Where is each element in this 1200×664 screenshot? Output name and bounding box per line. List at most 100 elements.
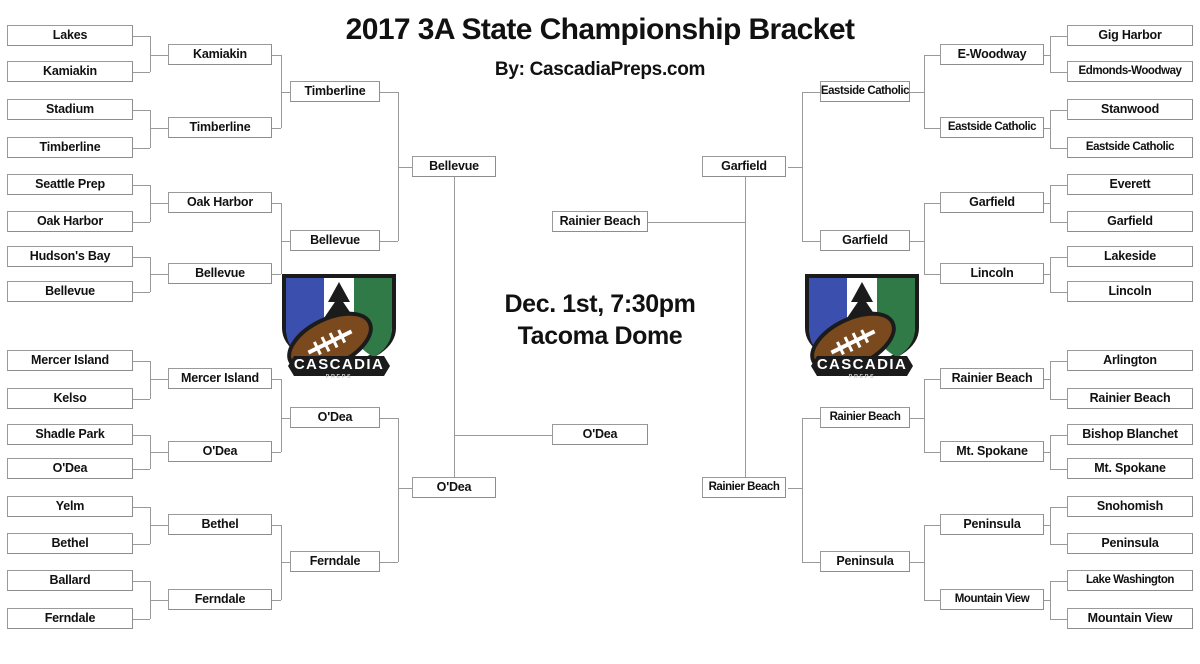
slot-left-r2-1[interactable]: Kamiakin bbox=[168, 44, 272, 65]
connector-right-r3-in-2 bbox=[910, 240, 924, 242]
slot-right-r2-3[interactable]: Garfield bbox=[940, 192, 1044, 213]
slot-left-r1-14[interactable]: Bethel bbox=[7, 533, 133, 554]
slot-left-r2-8[interactable]: Ferndale bbox=[168, 589, 272, 610]
connector-left-r2-bridge-3 bbox=[281, 378, 282, 452]
tournament-bracket: 2017 3A State Championship Bracket By: C… bbox=[0, 0, 1200, 664]
connector-left-r2-in-7 bbox=[150, 524, 168, 526]
page-title: 2017 3A State Championship Bracket bbox=[345, 13, 855, 46]
slot-right-r4-2[interactable]: Rainier Beach bbox=[702, 477, 786, 498]
slot-left-r1-10[interactable]: Kelso bbox=[7, 388, 133, 409]
slot-left-r1-16[interactable]: Ferndale bbox=[7, 608, 133, 629]
slot-right-r1-1[interactable]: Gig Harbor bbox=[1067, 25, 1193, 46]
slot-left-r2-5[interactable]: Mercer Island bbox=[168, 368, 272, 389]
slot-left-r2-6[interactable]: O'Dea bbox=[168, 441, 272, 462]
connector-right-r1-15 bbox=[1050, 580, 1067, 582]
connector-left-r1-1 bbox=[133, 35, 150, 37]
connector-left-r4-in-1 bbox=[398, 166, 412, 168]
slot-left-r3-2[interactable]: Bellevue bbox=[290, 230, 380, 251]
connector-right-r4-spine bbox=[745, 166, 746, 488]
connector-left-r1-14 bbox=[133, 543, 150, 545]
connector-right-r1-10 bbox=[1050, 398, 1067, 400]
slot-right-r2-5[interactable]: Rainier Beach bbox=[940, 368, 1044, 389]
slot-left-r1-4[interactable]: Timberline bbox=[7, 137, 133, 158]
connector-right-r2-bridge-2 bbox=[924, 202, 925, 274]
slot-left-r1-2[interactable]: Kamiakin bbox=[7, 61, 133, 82]
slot-right-r1-6[interactable]: Garfield bbox=[1067, 211, 1193, 232]
connector-right-r2-bridge-3 bbox=[924, 378, 925, 452]
connector-left-r2-2 bbox=[272, 127, 281, 129]
connector-left-r3-4 bbox=[380, 561, 398, 563]
slot-right-finalist[interactable]: Rainier Beach bbox=[552, 211, 648, 232]
slot-right-r1-10[interactable]: Rainier Beach bbox=[1067, 388, 1193, 409]
slot-right-r1-8[interactable]: Lincoln bbox=[1067, 281, 1193, 302]
connector-right-r1-bridge-6 bbox=[1050, 434, 1051, 469]
slot-left-r3-1[interactable]: Timberline bbox=[290, 81, 380, 102]
slot-left-r2-3[interactable]: Oak Harbor bbox=[168, 192, 272, 213]
slot-left-r1-6[interactable]: Oak Harbor bbox=[7, 211, 133, 232]
connector-right-r1-12 bbox=[1050, 468, 1067, 470]
slot-right-r4-1[interactable]: Garfield bbox=[702, 156, 786, 177]
slot-right-r2-4[interactable]: Lincoln bbox=[940, 263, 1044, 284]
slot-left-finalist[interactable]: O'Dea bbox=[552, 424, 648, 445]
slot-right-r3-4[interactable]: Peninsula bbox=[820, 551, 910, 572]
connector-left-r2-in-5 bbox=[150, 378, 168, 380]
slot-left-r1-1[interactable]: Lakes bbox=[7, 25, 133, 46]
connector-left-r3-2 bbox=[380, 240, 398, 242]
slot-right-r1-15[interactable]: Lake Washington bbox=[1067, 570, 1193, 591]
slot-right-r3-3[interactable]: Rainier Beach bbox=[820, 407, 910, 428]
slot-right-r1-12[interactable]: Mt. Spokane bbox=[1067, 458, 1193, 479]
slot-right-r3-1[interactable]: Eastside Catholic bbox=[820, 81, 910, 102]
connector-right-r1-bridge-8 bbox=[1050, 580, 1051, 619]
slot-right-r1-2[interactable]: Edmonds-Woodway bbox=[1067, 61, 1193, 82]
slot-left-r2-7[interactable]: Bethel bbox=[168, 514, 272, 535]
slot-left-r1-5[interactable]: Seattle Prep bbox=[7, 174, 133, 195]
slot-right-r1-5[interactable]: Everett bbox=[1067, 174, 1193, 195]
slot-left-r1-15[interactable]: Ballard bbox=[7, 570, 133, 591]
connector-right-r1-13 bbox=[1050, 506, 1067, 508]
slot-right-r2-8[interactable]: Mountain View bbox=[940, 589, 1044, 610]
connector-left-r2-in-1 bbox=[150, 54, 168, 56]
slot-left-r4-2[interactable]: O'Dea bbox=[412, 477, 496, 498]
connector-left-r1-5 bbox=[133, 184, 150, 186]
connector-right-r3-4 bbox=[802, 561, 820, 563]
slot-right-r1-3[interactable]: Stanwood bbox=[1067, 99, 1193, 120]
slot-right-r2-1[interactable]: E-Woodway bbox=[940, 44, 1044, 65]
slot-right-r2-6[interactable]: Mt. Spokane bbox=[940, 441, 1044, 462]
connector-left-r1-10 bbox=[133, 398, 150, 400]
slot-left-r2-4[interactable]: Bellevue bbox=[168, 263, 272, 284]
connector-left-r3-in-3 bbox=[281, 417, 290, 419]
slot-left-r3-4[interactable]: Ferndale bbox=[290, 551, 380, 572]
slot-right-r3-2[interactable]: Garfield bbox=[820, 230, 910, 251]
slot-right-r1-16[interactable]: Mountain View bbox=[1067, 608, 1193, 629]
slot-left-r1-12[interactable]: O'Dea bbox=[7, 458, 133, 479]
slot-right-r2-7[interactable]: Peninsula bbox=[940, 514, 1044, 535]
slot-left-r1-3[interactable]: Stadium bbox=[7, 99, 133, 120]
slot-left-r4-1[interactable]: Bellevue bbox=[412, 156, 496, 177]
connector-right-r1-1 bbox=[1050, 35, 1067, 37]
connector-right-r3-2 bbox=[802, 240, 820, 242]
connector-left-r3-1 bbox=[380, 91, 398, 93]
connector-right-r1-bridge-4 bbox=[1050, 256, 1051, 292]
slot-left-r1-8[interactable]: Bellevue bbox=[7, 281, 133, 302]
slot-left-r2-2[interactable]: Timberline bbox=[168, 117, 272, 138]
slot-right-r1-11[interactable]: Bishop Blanchet bbox=[1067, 424, 1193, 445]
connector-left-r2-in-3 bbox=[150, 202, 168, 204]
connector-left-r2-3 bbox=[272, 202, 281, 204]
connector-left-r2-1 bbox=[272, 54, 281, 56]
slot-left-r1-11[interactable]: Shadle Park bbox=[7, 424, 133, 445]
slot-left-r1-9[interactable]: Mercer Island bbox=[7, 350, 133, 371]
slot-right-r1-7[interactable]: Lakeside bbox=[1067, 246, 1193, 267]
connector-right-r4-in-1 bbox=[788, 166, 802, 168]
slot-left-r1-13[interactable]: Yelm bbox=[7, 496, 133, 517]
connector-right-r3-bridge-1 bbox=[802, 91, 803, 241]
slot-right-r1-4[interactable]: Eastside Catholic bbox=[1067, 137, 1193, 158]
slot-right-r1-13[interactable]: Snohomish bbox=[1067, 496, 1193, 517]
connector-right-r3-in-4 bbox=[910, 561, 924, 563]
slot-left-r3-3[interactable]: O'Dea bbox=[290, 407, 380, 428]
connector-right-r2-7 bbox=[924, 524, 940, 526]
connector-left-r1-3 bbox=[133, 109, 150, 111]
slot-left-r1-7[interactable]: Hudson's Bay bbox=[7, 246, 133, 267]
slot-right-r2-2[interactable]: Eastside Catholic bbox=[940, 117, 1044, 138]
slot-right-r1-14[interactable]: Peninsula bbox=[1067, 533, 1193, 554]
slot-right-r1-9[interactable]: Arlington bbox=[1067, 350, 1193, 371]
